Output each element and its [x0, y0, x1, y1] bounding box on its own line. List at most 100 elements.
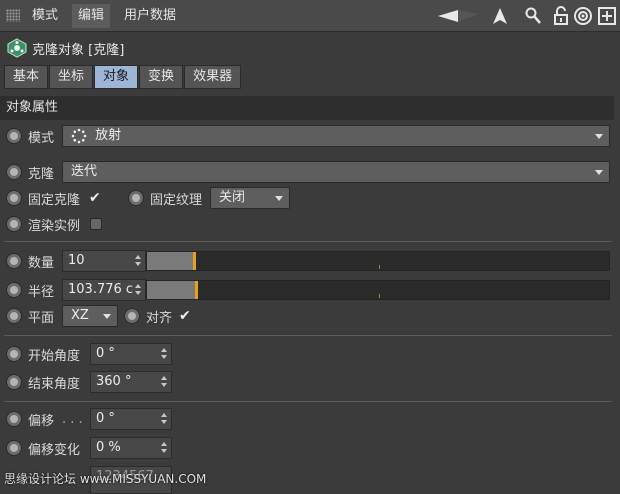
- tab-object[interactable]: 对象: [94, 65, 139, 89]
- fix-texture-label: 固定纹理: [150, 192, 203, 208]
- count-input[interactable]: 10: [62, 250, 146, 272]
- end-angle-input[interactable]: 360 °: [90, 371, 172, 393]
- offset-input[interactable]: 0 °: [90, 408, 172, 430]
- offset-label: 偏移: [28, 413, 55, 429]
- chevron-down-icon: [275, 196, 283, 201]
- animate-radio[interactable]: [6, 253, 22, 269]
- chevron-down-icon: [595, 170, 603, 175]
- divider: [4, 335, 612, 336]
- offset-value: 0 °: [96, 411, 115, 426]
- fix-texture-dropdown[interactable]: 关闭: [210, 187, 290, 209]
- spinner-arrows-icon[interactable]: [135, 284, 142, 296]
- object-title: 克隆对象 [克隆]: [32, 42, 125, 58]
- offset-variation-row: 偏移变化: [6, 437, 80, 459]
- render-instances-checkbox[interactable]: [90, 218, 102, 230]
- mode-row: 模式: [6, 125, 54, 147]
- cursor-arrow-icon[interactable]: [490, 6, 510, 26]
- animate-radio[interactable]: [6, 374, 22, 390]
- object-header: 克隆对象 [克隆]: [6, 38, 124, 58]
- mode-value: 放射: [95, 128, 122, 143]
- slider-tick: [379, 294, 380, 298]
- mode-dropdown[interactable]: 放射: [62, 125, 610, 147]
- count-slider[interactable]: [146, 251, 610, 271]
- tab-coordinates[interactable]: 坐标: [49, 65, 94, 89]
- fix-clone-checkbox[interactable]: ✔: [89, 191, 103, 205]
- fix-clone-label: 固定克隆: [28, 192, 81, 208]
- animate-radio[interactable]: [124, 308, 140, 324]
- slider-fill: [147, 281, 195, 299]
- panel-grip-icon[interactable]: [6, 9, 20, 22]
- start-angle-input[interactable]: 0 °: [90, 343, 172, 365]
- menu-mode[interactable]: 模式: [26, 4, 64, 28]
- animate-radio[interactable]: [6, 128, 22, 144]
- fix-texture-row: 固定纹理: [128, 187, 202, 209]
- search-icon[interactable]: [523, 6, 543, 26]
- radius-value: 103.776 c: [68, 282, 134, 297]
- animate-radio[interactable]: [6, 346, 22, 362]
- section-title: 对象属性: [0, 96, 614, 120]
- spinner-arrows-icon[interactable]: [161, 376, 168, 388]
- spinner-arrows-icon[interactable]: [161, 442, 168, 454]
- lock-icon[interactable]: [551, 6, 571, 26]
- menu-edit[interactable]: 编辑: [72, 4, 111, 28]
- tab-basic[interactable]: 基本: [4, 65, 49, 89]
- attribute-tabs: 基本 坐标 对象 变换 效果器: [4, 65, 242, 89]
- fix-texture-value: 关闭: [219, 190, 246, 205]
- slider-handle[interactable]: [195, 281, 198, 299]
- offset-variation-value: 0 %: [96, 440, 121, 455]
- menu-user-data[interactable]: 用户数据: [118, 4, 182, 28]
- target-icon[interactable]: [573, 6, 593, 26]
- align-row: 对齐: [124, 305, 172, 327]
- plane-dropdown[interactable]: XZ: [62, 305, 118, 327]
- back-arrow-icon[interactable]: [436, 6, 480, 26]
- tab-transform[interactable]: 变换: [139, 65, 184, 89]
- plane-row: 平面: [6, 305, 54, 327]
- animate-radio[interactable]: [6, 308, 22, 324]
- chevron-down-icon: [595, 134, 603, 139]
- radius-slider[interactable]: [146, 280, 610, 300]
- render-instances-row: 渲染实例: [6, 213, 80, 235]
- radius-row: 半径: [6, 279, 54, 301]
- animate-radio[interactable]: [6, 216, 22, 232]
- clone-row: 克隆: [6, 161, 54, 183]
- slider-tick: [379, 265, 380, 269]
- end-angle-row: 结束角度: [6, 371, 80, 393]
- cloner-object-icon: [6, 38, 28, 58]
- spinner-arrows-icon[interactable]: [161, 348, 168, 360]
- count-value: 10: [68, 253, 85, 268]
- animate-radio[interactable]: [128, 190, 144, 206]
- clone-value: 迭代: [71, 164, 98, 179]
- clone-dropdown[interactable]: 迭代: [62, 161, 610, 183]
- offset-variation-input[interactable]: 0 %: [90, 437, 172, 459]
- chevron-down-icon: [103, 314, 111, 319]
- render-instances-label: 渲染实例: [28, 218, 81, 234]
- animate-radio[interactable]: [6, 411, 22, 427]
- count-row: 数量: [6, 250, 54, 272]
- radius-input[interactable]: 103.776 c: [62, 279, 146, 301]
- slider-handle[interactable]: [193, 252, 196, 270]
- spinner-arrows-icon[interactable]: [135, 255, 142, 267]
- plane-label: 平面: [28, 310, 55, 326]
- plane-value: XZ: [71, 308, 89, 323]
- spinner-arrows-icon[interactable]: [161, 413, 168, 425]
- end-angle-label: 结束角度: [28, 376, 81, 392]
- radius-label: 半径: [28, 284, 55, 300]
- clone-label: 克隆: [28, 166, 55, 182]
- new-panel-icon[interactable]: [597, 6, 617, 26]
- align-checkbox[interactable]: ✔: [179, 309, 193, 323]
- start-angle-label: 开始角度: [28, 348, 81, 364]
- count-label: 数量: [28, 255, 55, 271]
- animate-radio[interactable]: [6, 440, 22, 456]
- align-label: 对齐: [146, 310, 173, 326]
- offset-variation-label: 偏移变化: [28, 442, 81, 458]
- tab-effectors[interactable]: 效果器: [184, 65, 242, 89]
- start-angle-value: 0 °: [96, 346, 115, 361]
- animate-radio[interactable]: [6, 190, 22, 206]
- divider: [4, 401, 612, 402]
- offset-dots: . . .: [62, 411, 83, 427]
- animate-radio[interactable]: [6, 282, 22, 298]
- animate-radio[interactable]: [6, 164, 22, 180]
- slider-fill: [147, 252, 193, 270]
- offset-row: 偏移 . . .: [6, 408, 83, 430]
- top-menu-bar: 模式 编辑 用户数据: [0, 0, 620, 32]
